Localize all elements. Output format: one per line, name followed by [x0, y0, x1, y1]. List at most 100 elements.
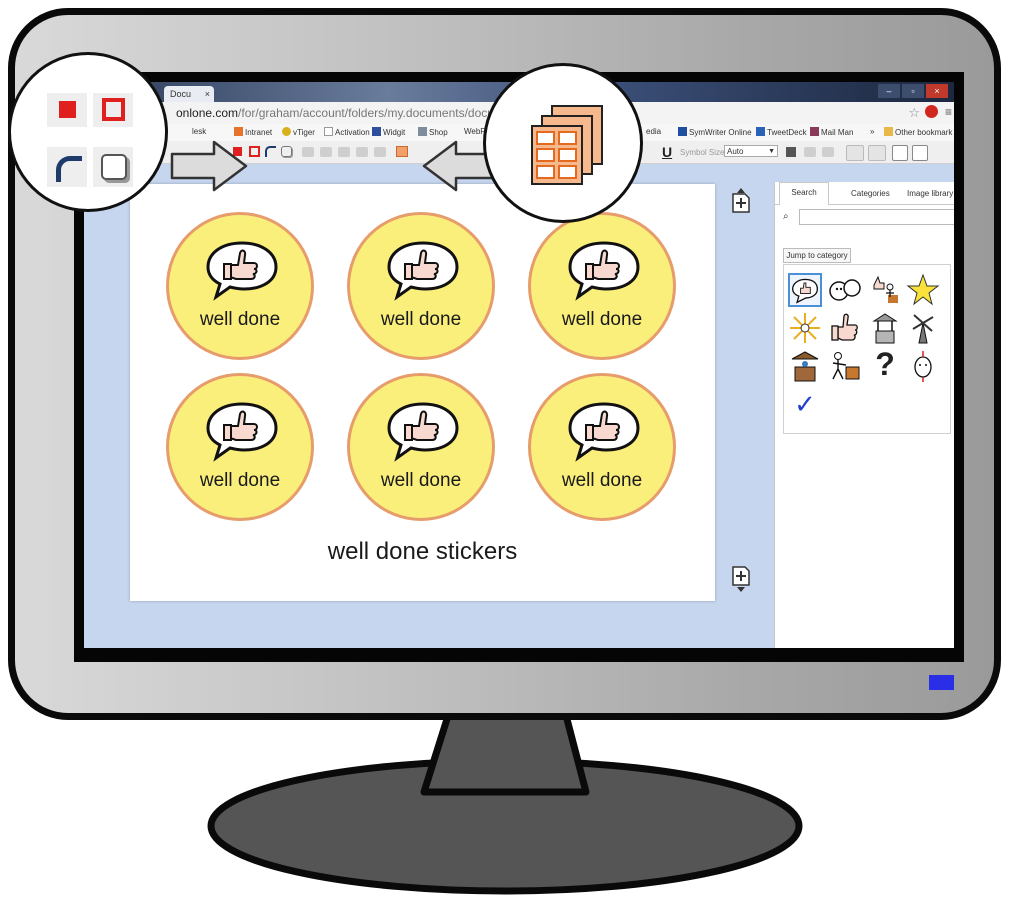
- symbol-results: ? ✓: [783, 264, 951, 434]
- symbol-size-select[interactable]: Auto ▼: [724, 145, 778, 157]
- sticker-caption: well done: [561, 309, 643, 330]
- outline-square-tool-icon[interactable]: [249, 146, 260, 157]
- faces-talking-symbol-icon[interactable]: [828, 273, 862, 307]
- check-mark-symbol[interactable]: ✓: [788, 387, 822, 421]
- speech-thumbs-up-symbol-icon[interactable]: [788, 273, 822, 307]
- outline-square-icon: [102, 98, 125, 121]
- browser-menu-icon[interactable]: ≡: [945, 105, 952, 119]
- tab-close-icon[interactable]: ×: [205, 86, 210, 102]
- tab-image-library[interactable]: Image library: [907, 189, 953, 198]
- person-box-symbol-icon[interactable]: [828, 349, 862, 383]
- browser-tab[interactable]: Docu ×: [164, 86, 214, 102]
- url-host: onlone.com: [176, 106, 239, 120]
- shadow-box-icon: [101, 154, 127, 180]
- add-page-above-icon[interactable]: [730, 188, 752, 214]
- text-tool-icon[interactable]: [374, 147, 386, 157]
- bookmark-item[interactable]: WebF: [464, 127, 485, 136]
- color-tool-icon[interactable]: [786, 147, 796, 157]
- bookmark-item[interactable]: vTiger: [282, 127, 315, 137]
- thumbs-up-speech-icon: [387, 402, 459, 462]
- page-icon: [324, 127, 333, 136]
- multiple-pages-icon: [531, 105, 603, 185]
- bookmarks-overflow[interactable]: »: [870, 127, 874, 136]
- copy-page-tool-icon[interactable]: [912, 145, 928, 161]
- chevron-down-icon: ▼: [768, 148, 775, 155]
- bookmark-item[interactable]: Activation: [324, 127, 370, 137]
- sticker-caption: well done: [380, 470, 462, 491]
- underline-button[interactable]: U: [662, 144, 672, 160]
- zoom-callout-border-tools: [8, 52, 168, 212]
- sticker[interactable]: well done: [166, 373, 314, 521]
- chart-tool-icon[interactable]: [868, 145, 886, 161]
- wishing-well-symbol-icon[interactable]: [788, 349, 822, 383]
- symbol-search-input[interactable]: [799, 209, 954, 225]
- well-symbol-icon[interactable]: [868, 311, 902, 345]
- tab-title: Docu: [170, 89, 192, 99]
- distribute-tool-icon[interactable]: [356, 147, 368, 157]
- bookmark-item[interactable]: Other bookmark: [884, 127, 952, 137]
- folder-icon: [884, 127, 893, 136]
- sparkle-symbol-icon[interactable]: [788, 311, 822, 345]
- close-window-button[interactable]: ×: [926, 84, 948, 98]
- bookmark-item[interactable]: edia: [646, 127, 661, 136]
- tab-search[interactable]: Search: [779, 182, 829, 205]
- bookmark-item[interactable]: Widgit: [372, 127, 405, 137]
- sticker[interactable]: well done: [528, 212, 676, 360]
- rounded-corner-tool-icon[interactable]: [265, 146, 276, 157]
- jump-to-category-button[interactable]: Jump to category: [783, 248, 851, 263]
- document-page[interactable]: well done well done well done well done …: [130, 184, 715, 601]
- bookmark-item[interactable]: Shop: [418, 127, 448, 137]
- sticker[interactable]: well done: [528, 373, 676, 521]
- bookmark-item[interactable]: SymWriter Online: [678, 127, 752, 137]
- tab-categories[interactable]: Categories: [851, 189, 890, 198]
- question-mark-symbol[interactable]: ?: [868, 347, 902, 381]
- zoom-callout-multiple-pages: [483, 63, 643, 223]
- power-led: [929, 675, 954, 690]
- bookmark-item[interactable]: TweetDeck: [756, 127, 807, 137]
- opera-extension-icon[interactable]: [925, 105, 938, 118]
- tweetdeck-icon: [756, 127, 765, 136]
- sticker[interactable]: well done: [347, 212, 495, 360]
- windmill-symbol-icon[interactable]: [906, 311, 940, 345]
- sticker-caption: well done: [199, 309, 281, 330]
- bookmark-item[interactable]: lesk: [192, 127, 206, 136]
- symbol-tool-icon[interactable]: [822, 147, 834, 157]
- window-controls: – ▫ ×: [878, 84, 948, 98]
- align-tool-icon[interactable]: [302, 147, 314, 157]
- thumbs-up-symbol-icon[interactable]: [828, 311, 862, 345]
- symbol-tool-icon[interactable]: [804, 147, 816, 157]
- face-symbol-icon[interactable]: [906, 349, 940, 383]
- align-tool-icon[interactable]: [320, 147, 332, 157]
- thumbs-up-speech-icon: [206, 402, 278, 462]
- shop-icon: [418, 127, 427, 136]
- multi-page-tool-icon[interactable]: [396, 146, 408, 157]
- mail-icon: [810, 127, 819, 136]
- sticker-caption: well done: [380, 309, 462, 330]
- callout-arrow-right-icon: [170, 140, 248, 192]
- star-icon[interactable]: [906, 273, 940, 307]
- thumbs-up-speech-icon: [568, 402, 640, 462]
- intranet-icon: [234, 127, 243, 136]
- symbol-size-value: Auto: [727, 147, 744, 156]
- thumbs-up-speech-icon: [206, 241, 278, 301]
- sticker-caption: well done: [561, 470, 643, 491]
- panel-tabs: Search Categories Image library: [775, 182, 954, 205]
- sticker[interactable]: well done: [166, 212, 314, 360]
- shadow-tool-icon[interactable]: [281, 146, 292, 157]
- minimize-button[interactable]: –: [878, 84, 900, 98]
- maximize-button[interactable]: ▫: [902, 84, 924, 98]
- sticker[interactable]: well done: [347, 373, 495, 521]
- bookmark-star-icon[interactable]: ☆: [908, 105, 920, 121]
- add-page-below-icon[interactable]: [730, 566, 752, 592]
- symbol-size-label: Symbol Size: [680, 148, 725, 157]
- bookmark-item[interactable]: Intranet: [234, 127, 272, 137]
- sticker-caption: well done: [199, 470, 281, 491]
- page-tool-icon[interactable]: [892, 145, 908, 161]
- document-title-text[interactable]: well done stickers: [130, 538, 715, 566]
- bookmark-item[interactable]: Mail Man: [810, 127, 853, 137]
- align-tool-icon[interactable]: [338, 147, 350, 157]
- image-tool-icon[interactable]: [846, 145, 864, 161]
- person-thumbs-up-symbol-icon[interactable]: [868, 273, 902, 307]
- thumbs-up-speech-icon: [568, 241, 640, 301]
- widgit-icon: [372, 127, 381, 136]
